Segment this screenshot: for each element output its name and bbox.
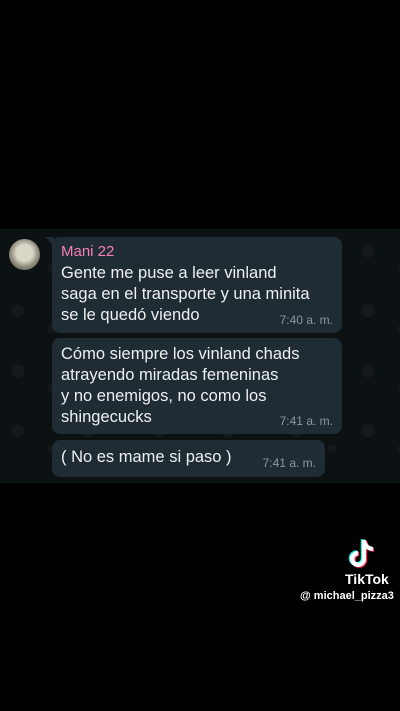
sender-avatar[interactable]	[9, 239, 40, 270]
tiktok-logo-icon	[348, 539, 375, 568]
tiktok-username: @ michael_pizza3	[300, 590, 394, 602]
message-bubble[interactable]: Mani 22 Gente me puse a leer vinland sag…	[45, 237, 342, 333]
message-timestamp: 7:41 a. m.	[262, 456, 316, 470]
tiktok-brand-label: TikTok	[345, 571, 389, 587]
message-text: Cómo siempre los vinland chads atrayendo…	[61, 345, 300, 426]
message-text: ( No es mame si paso )	[61, 448, 232, 466]
message-text: Gente me puse a leer vinland saga en el …	[61, 264, 310, 324]
tiktok-watermark: TikTok @ michael_pizza3	[300, 538, 396, 602]
message-timestamp: 7:41 a. m.	[279, 414, 333, 428]
chat-screenshot: Mani 22 Gente me puse a leer vinland sag…	[0, 229, 400, 483]
message-bubble[interactable]: Cómo siempre los vinland chads atrayendo…	[52, 338, 342, 434]
sender-name[interactable]: Mani 22	[61, 243, 114, 260]
message-timestamp: 7:40 a. m.	[279, 313, 333, 327]
message-bubble[interactable]: ( No es mame si paso ) 7:41 a. m.	[52, 440, 325, 477]
